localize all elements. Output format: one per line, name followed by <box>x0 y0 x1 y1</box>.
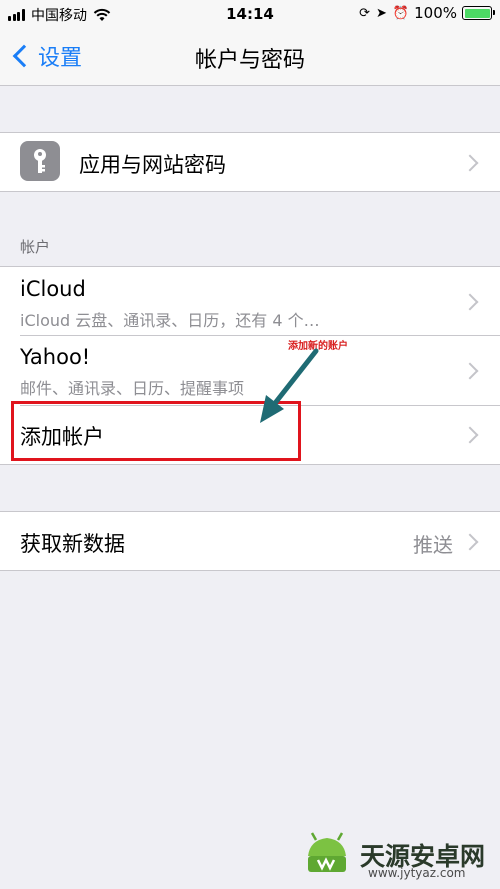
account-subtitle: 邮件、通讯录、日历、提醒事项 <box>20 379 245 398</box>
status-right: ⟳ ➤ ⏰ 100% <box>353 4 495 22</box>
account-title: Yahoo! <box>20 345 91 369</box>
account-subtitle: iCloud 云盘、通讯录、日历，还有 4 个… <box>20 311 320 330</box>
page-title: 帐户与密码 <box>194 48 305 73</box>
accounts-section-header: 帐户 <box>20 238 51 256</box>
chevron-right-icon <box>461 426 479 444</box>
watermark-url: www.jytyaz.com <box>368 866 466 880</box>
watermark-logo-icon <box>308 832 346 872</box>
chevron-right-icon <box>461 293 479 311</box>
fetch-new-data-label: 获取新数据 <box>20 532 125 556</box>
app-website-passwords-label: 应用与网站密码 <box>79 153 226 177</box>
chevron-right-icon <box>461 154 479 172</box>
alarm-icon: ⏰ <box>392 5 410 21</box>
battery-icon <box>462 6 495 20</box>
battery-percent: 100% <box>414 4 457 22</box>
app-website-passwords-row[interactable]: 应用与网站密码 <box>0 133 500 191</box>
account-title: iCloud <box>20 277 86 301</box>
account-row-icloud[interactable]: iCloud iCloud 云盘、通讯录、日历，还有 4 个… <box>0 267 500 335</box>
fetch-group: 获取新数据 推送 <box>0 511 500 571</box>
location-icon: ➤ <box>376 5 387 21</box>
key-icon <box>20 141 60 181</box>
rotation-lock-icon: ⟳ <box>359 5 371 21</box>
status-bar: 中国移动 14:14 ⟳ ➤ ⏰ 100% <box>0 0 500 28</box>
chevron-right-icon <box>461 362 479 380</box>
fetch-new-data-value: 推送 <box>413 533 453 557</box>
annotation-arrow-icon <box>260 348 319 423</box>
fetch-new-data-row[interactable]: 获取新数据 推送 <box>0 512 500 570</box>
navigation-bar: 设置 帐户与密码 <box>0 28 500 86</box>
passwords-group: 应用与网站密码 <box>0 132 500 192</box>
battery-fill <box>464 8 490 18</box>
chevron-right-icon <box>461 533 479 551</box>
